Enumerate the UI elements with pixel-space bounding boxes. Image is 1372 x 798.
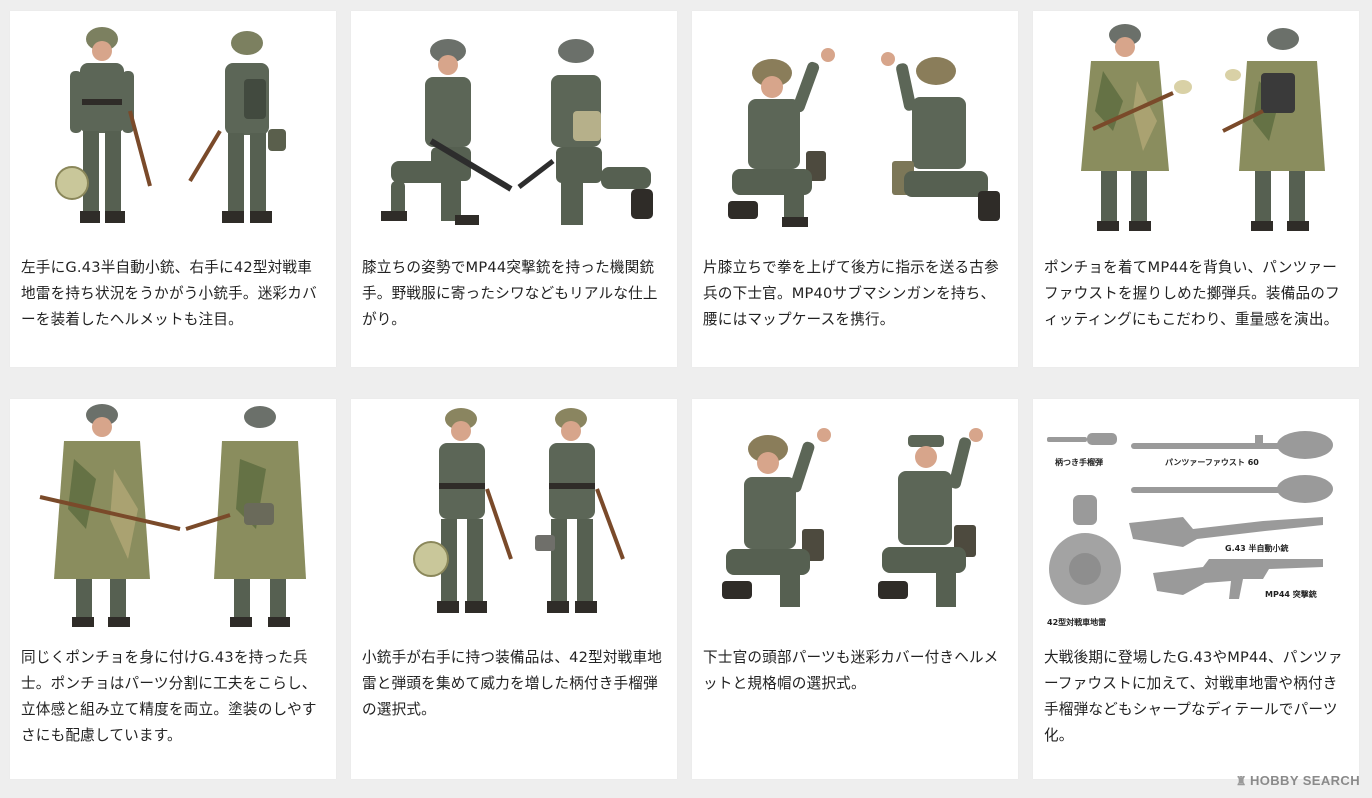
figure-caption: 左手にG.43半自動小銃、右手に42型対戦車地雷を持ち状況をうかがう小銃手。迷彩… [21, 259, 317, 328]
watermark-text: HOBBY SEARCH [1249, 773, 1360, 788]
nco-head-options-figure-icon [722, 428, 983, 607]
mp44-label: MP44 突撃銃 [1265, 589, 1317, 599]
figure-card-poncho-soldier[interactable]: 同じくポンチョを身に付けG.43を持った兵士。ポンチョはパーツ分割に工夫をこらし… [10, 399, 336, 779]
weapon-parts-icon: 柄つき手榴弾 パンツァーファウスト 60 42型対戦車地雷 G.43 半自動小銃… [1047, 431, 1333, 627]
figure-caption: 片膝立ちで拳を上げて後方に指示を送る古参兵の下士官。MP40サブマシンガンを持ち… [703, 259, 999, 328]
figure-image [10, 11, 336, 247]
figure-card-machine-gunner[interactable]: 膝立ちの姿勢でMP44突撃銃を持った機関銃手。野戦服に寄ったシワなどもリアルな仕… [351, 11, 677, 367]
figure-caption: ポンチョを着てMP44を背負い、パンツァーファウストを握りしめた擲弾兵。装備品の… [1044, 259, 1340, 328]
figure-card-nco[interactable]: 片膝立ちで拳を上げて後方に指示を送る古参兵の下士官。MP40サブマシンガンを持ち… [692, 11, 1018, 367]
poncho-grenadier-figure-icon [1081, 24, 1325, 231]
figure-image [692, 399, 1018, 637]
figure-caption: 同じくポンチョを身に付けG.43を持った兵士。ポンチョはパーツ分割に工夫をこらし… [21, 649, 317, 744]
weapon-parts-image: 柄つき手榴弾 パンツァーファウスト 60 42型対戦車地雷 G.43 半自動小銃… [1033, 399, 1359, 637]
figure-image [351, 399, 677, 637]
kneeling-gunner-figure-icon [381, 39, 653, 225]
figure-caption: 大戦後期に登場したG.43やMP44、パンツァーファウストに加えて、対戦車地雷や… [1044, 649, 1343, 744]
mine-label: 42型対戦車地雷 [1047, 617, 1106, 627]
figure-card-weapon-parts[interactable]: 柄つき手榴弾 パンツァーファウスト 60 42型対戦車地雷 G.43 半自動小銃… [1033, 399, 1359, 779]
nco-figure-icon [728, 48, 1000, 227]
figure-image [1033, 11, 1359, 247]
product-image-grid: 左手にG.43半自動小銃、右手に42型対戦車地雷を持ち状況をうかがう小銃手。迷彩… [10, 11, 1359, 779]
grenade-label: 柄つき手榴弾 [1055, 457, 1103, 467]
g43-label: G.43 半自動小銃 [1225, 543, 1289, 553]
figure-caption: 下士官の頭部パーツも迷彩カバー付きヘルメットと規格帽の選択式。 [703, 649, 999, 692]
figure-card-rifleman[interactable]: 左手にG.43半自動小銃、右手に42型対戦車地雷を持ち状況をうかがう小銃手。迷彩… [10, 11, 336, 367]
hobby-search-logo-icon: ♜ [1235, 773, 1247, 788]
figure-card-nco-heads[interactable]: 下士官の頭部パーツも迷彩カバー付きヘルメットと規格帽の選択式。 [692, 399, 1018, 779]
figure-card-grenadier[interactable]: ポンチョを着てMP44を背負い、パンツァーファウストを握りしめた擲弾兵。装備品の… [1033, 11, 1359, 367]
rifleman-figure-icon [55, 27, 286, 223]
rifleman-options-figure-icon [413, 408, 625, 613]
panzerfaust-label: パンツァーファウスト 60 [1165, 457, 1259, 467]
figure-caption: 小銃手が右手に持つ装備品は、42型対戦車地雷と弾頭を集めて威力を増した柄付き手榴… [362, 649, 663, 718]
figure-card-equipment-option[interactable]: 小銃手が右手に持つ装備品は、42型対戦車地雷と弾頭を集めて威力を増した柄付き手榴… [351, 399, 677, 779]
figure-image [10, 399, 336, 637]
figure-caption: 膝立ちの姿勢でMP44突撃銃を持った機関銃手。野戦服に寄ったシワなどもリアルな仕… [362, 259, 658, 328]
hobby-search-watermark: ♜ HOBBY SEARCH [1236, 773, 1360, 788]
poncho-soldier-figure-icon [39, 404, 306, 627]
figure-image [351, 11, 677, 247]
figure-image [692, 11, 1018, 247]
